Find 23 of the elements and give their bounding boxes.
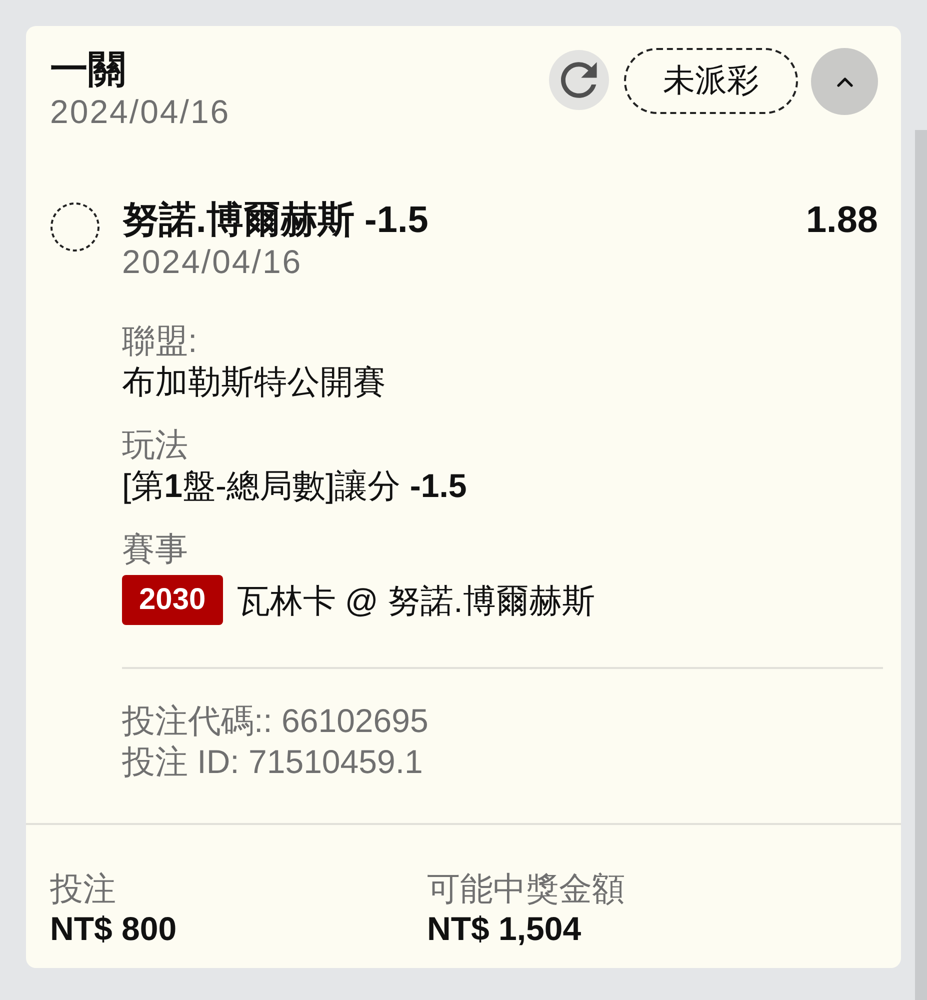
bet-reference: 投注 ID: 71510459.1 — [122, 742, 424, 782]
summary-label: 投注 — [50, 869, 117, 909]
summary-amount: NT$ 1,504 — [427, 909, 582, 949]
summary-amount: NT$ 800 — [50, 909, 178, 949]
scrollbar-thumb[interactable] — [915, 130, 927, 1000]
dashed-circle-icon — [50, 202, 100, 252]
bet-type-title: 一關 — [50, 48, 127, 92]
detail-value: 布加勒斯特公開賽 — [122, 362, 387, 402]
odds-value: 1.88 — [806, 198, 878, 242]
chevron-icon — [836, 76, 852, 86]
match-name: 瓦林卡 @ 努諾.博爾赫斯 — [236, 580, 595, 620]
status-pill: 未派彩 — [624, 48, 798, 114]
bet-reference: 投注代碼:: 66102695 — [122, 701, 430, 741]
detail-label: 玩法 — [122, 425, 189, 465]
detail-label: 賽事 — [122, 529, 189, 569]
summary-label: 可能中獎金額 — [427, 869, 626, 909]
refresh-icon — [561, 62, 597, 98]
selection-name: 努諾.博爾赫斯 -1.5 — [122, 198, 428, 242]
detail-value: [第1盤-總局數]讓分 -1.5 — [122, 466, 468, 506]
detail-label: 聯盟: — [122, 321, 198, 361]
match-number-tag: 2030 — [122, 575, 223, 625]
selection-date: 2024/04/16 — [122, 242, 304, 282]
bet-date: 2024/04/16 — [50, 92, 230, 132]
